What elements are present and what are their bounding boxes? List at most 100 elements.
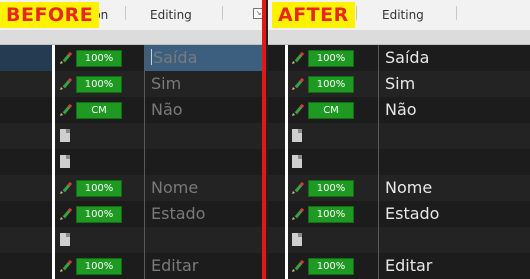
completion-badge: 100%	[76, 206, 122, 223]
text-cell[interactable]: Nome	[145, 175, 262, 201]
row-header-cell[interactable]	[0, 175, 52, 201]
text-cell[interactable]: Não	[379, 97, 530, 123]
status-cell[interactable]: 100%	[288, 71, 376, 97]
status-cell[interactable]: 100%	[56, 201, 144, 227]
status-cell[interactable]	[56, 149, 144, 175]
row-header-cell[interactable]	[268, 149, 285, 175]
text-cell[interactable]: Editar	[379, 253, 530, 279]
table-row[interactable]: 100% Estado	[0, 201, 262, 227]
row-header-cell[interactable]	[268, 45, 285, 71]
completion-badge: 100%	[308, 258, 354, 275]
row-header-cell[interactable]	[0, 201, 52, 227]
text-cell[interactable]: Sim	[145, 71, 262, 97]
text-cell[interactable]	[379, 123, 530, 149]
status-cell[interactable]: 100%	[288, 45, 376, 71]
string-label: Não	[151, 100, 183, 119]
completion-badge: 100%	[76, 258, 122, 275]
row-header-cell[interactable]	[0, 149, 52, 175]
tab-separator	[222, 6, 223, 20]
status-cell[interactable]: 100%	[288, 201, 376, 227]
row-header-cell[interactable]	[268, 71, 285, 97]
table-row[interactable]: 100% Estado	[268, 201, 530, 227]
before-panel: ion Editing ↘ BEFORE 100%Saída100%SimCMN…	[0, 0, 262, 279]
text-cell[interactable]	[145, 149, 262, 175]
table-row[interactable]: CM Não	[0, 97, 262, 123]
status-cell[interactable]: 100%	[288, 253, 376, 279]
table-row[interactable]	[268, 227, 530, 253]
document-icon	[60, 233, 70, 246]
row-header-cell[interactable]	[0, 97, 52, 123]
text-cell[interactable]: Estado	[145, 201, 262, 227]
text-cell[interactable]	[145, 123, 262, 149]
text-cell[interactable]: Não	[145, 97, 262, 123]
text-cell[interactable]	[145, 227, 262, 253]
completion-badge: CM	[308, 102, 354, 119]
status-cell[interactable]	[56, 123, 144, 149]
table-row[interactable]: 100% Saída	[268, 45, 530, 71]
document-icon	[292, 155, 302, 168]
row-header-cell[interactable]	[268, 201, 285, 227]
dialog-launcher-icon[interactable]: ↘	[253, 8, 262, 19]
completion-badge: 100%	[76, 50, 122, 67]
edit-pencil-icon	[292, 181, 305, 194]
status-cell[interactable]: CM	[288, 97, 376, 123]
text-cell[interactable]	[379, 149, 530, 175]
row-header-cell[interactable]	[0, 71, 52, 97]
text-cell[interactable]: Estado	[379, 201, 530, 227]
text-cell[interactable]: Editar	[145, 253, 262, 279]
table-row[interactable]	[0, 149, 262, 175]
table-row[interactable]	[268, 123, 530, 149]
completion-badge: CM	[76, 102, 122, 119]
row-header-cell[interactable]	[268, 123, 285, 149]
edit-pencil-icon	[60, 77, 73, 90]
column-divider	[52, 45, 55, 279]
table-row[interactable]: 100% Sim	[268, 71, 530, 97]
column-divider	[378, 45, 379, 279]
table-row[interactable]: 100% Saída	[0, 45, 262, 71]
before-badge: BEFORE	[0, 2, 100, 28]
table-row[interactable]: 100% Editar	[268, 253, 530, 279]
row-header-cell[interactable]	[0, 45, 52, 71]
table-row[interactable]: 100% Nome	[268, 175, 530, 201]
edit-pencil-icon	[292, 77, 305, 90]
text-cell[interactable]: Nome	[379, 175, 530, 201]
status-cell[interactable]: 100%	[56, 45, 144, 71]
table-row[interactable]: 100% Editar	[0, 253, 262, 279]
text-cell[interactable]: Saída	[379, 45, 530, 71]
table-row[interactable]: 100% Nome	[0, 175, 262, 201]
table-row[interactable]: CM Não	[268, 97, 530, 123]
table-row[interactable]	[0, 227, 262, 253]
status-cell[interactable]: 100%	[56, 175, 144, 201]
row-header-cell[interactable]	[268, 97, 285, 123]
text-cell[interactable]: Sim	[379, 71, 530, 97]
text-cell[interactable]	[379, 227, 530, 253]
row-header-cell[interactable]	[268, 253, 285, 279]
completion-badge: 100%	[76, 76, 122, 93]
row-header-cell[interactable]	[268, 227, 285, 253]
tab-editing[interactable]: Editing	[382, 8, 424, 22]
string-label: Estado	[385, 204, 440, 223]
status-cell[interactable]: CM	[56, 97, 144, 123]
tab-editing[interactable]: Editing	[150, 8, 192, 22]
table-row[interactable]	[268, 149, 530, 175]
edit-pencil-icon	[60, 259, 73, 272]
edit-pencil-icon	[292, 207, 305, 220]
status-cell[interactable]	[288, 227, 376, 253]
tab-separator	[125, 6, 126, 20]
row-header-cell[interactable]	[0, 123, 52, 149]
edit-pencil-icon	[60, 103, 73, 116]
row-header-cell[interactable]	[268, 175, 285, 201]
string-label: Nome	[151, 178, 199, 197]
status-cell[interactable]: 100%	[56, 71, 144, 97]
status-cell[interactable]	[288, 123, 376, 149]
column-divider	[144, 45, 145, 279]
status-cell[interactable]	[56, 227, 144, 253]
row-header-cell[interactable]	[0, 253, 52, 279]
table-row[interactable]: 100% Sim	[0, 71, 262, 97]
status-cell[interactable]: 100%	[288, 175, 376, 201]
status-cell[interactable]: 100%	[56, 253, 144, 279]
text-cell[interactable]: Saída	[145, 45, 262, 71]
table-row[interactable]	[0, 123, 262, 149]
row-header-cell[interactable]	[0, 227, 52, 253]
status-cell[interactable]	[288, 149, 376, 175]
